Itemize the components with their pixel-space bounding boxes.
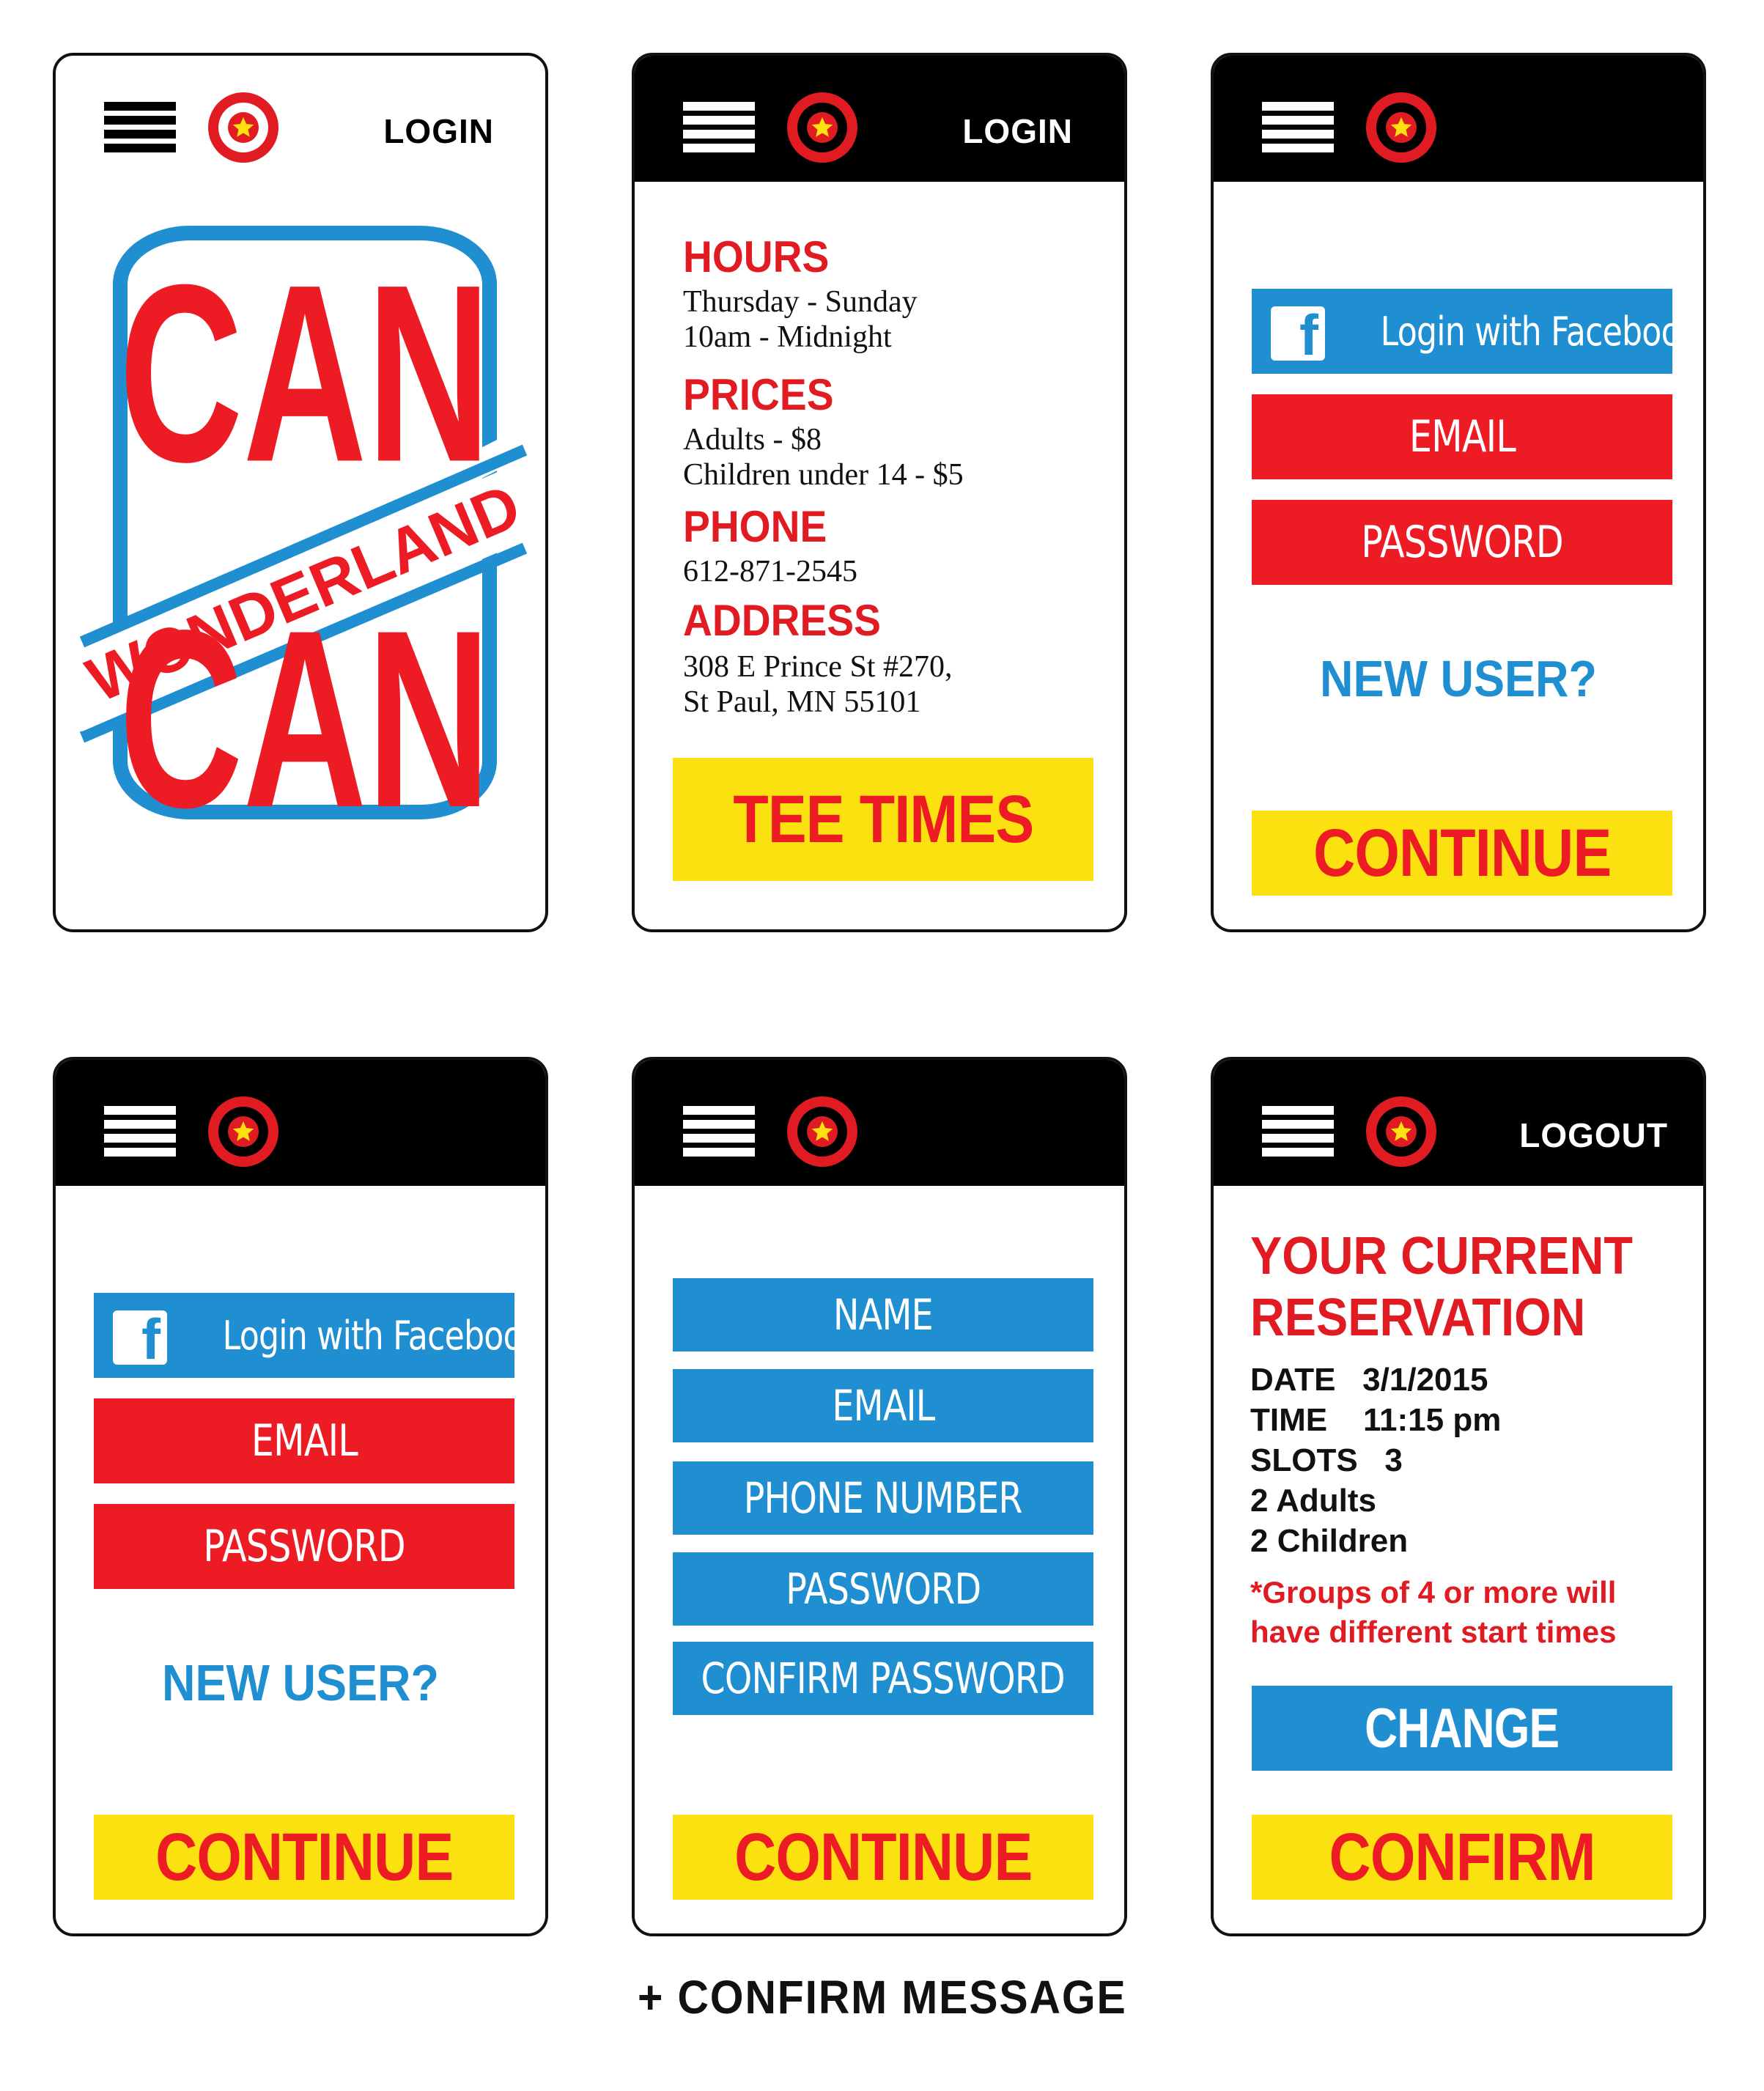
continue-button[interactable]: CONTINUE [1252, 811, 1672, 896]
phone-text[interactable]: 612-871-2545 [683, 554, 857, 589]
prices-text: Adults - $8 Children under 14 - $5 [683, 423, 964, 492]
login-link[interactable]: LOGIN [383, 111, 494, 151]
hamburger-menu-icon[interactable] [104, 102, 176, 153]
can-can-wonderland-logo: CAN WONDERLAND CAN [77, 226, 530, 860]
phone-heading: PHONE [683, 502, 827, 551]
change-button[interactable]: CHANGE [1252, 1686, 1672, 1771]
name-field[interactable]: NAME [673, 1278, 1093, 1351]
email-field[interactable]: EMAIL [1252, 394, 1672, 479]
star-logo-icon[interactable] [208, 1096, 278, 1167]
screen-reservation: LOGOUT YOUR CURRENT RESERVATION DATE 3/1/… [1211, 1057, 1706, 1936]
hamburger-menu-icon[interactable] [1262, 1106, 1334, 1157]
hamburger-menu-icon[interactable] [1262, 102, 1334, 153]
reservation-date: DATE 3/1/2015 [1250, 1362, 1488, 1398]
reservation-slots: SLOTS 3 [1250, 1442, 1403, 1478]
email-field[interactable]: EMAIL [673, 1369, 1093, 1442]
star-logo-icon[interactable] [208, 92, 278, 163]
password-field[interactable]: PASSWORD [94, 1504, 514, 1589]
facebook-icon: f [113, 1310, 167, 1365]
facebook-login-button[interactable]: f Login with Facebook [1252, 289, 1699, 374]
reservation-children: 2 Children [1250, 1523, 1409, 1559]
hamburger-menu-icon[interactable] [683, 102, 755, 153]
hours-text: Thursday - Sunday 10am - Midnight [683, 285, 918, 354]
logo-can-bottom: CAN [119, 578, 491, 860]
hamburger-menu-icon[interactable] [683, 1106, 755, 1157]
star-logo-icon[interactable] [787, 1096, 857, 1167]
top-bar [635, 1060, 1124, 1186]
confirm-button[interactable]: CONFIRM [1252, 1815, 1672, 1900]
reservation-time: TIME 11:15 pm [1250, 1402, 1502, 1438]
tee-times-button[interactable]: TEE TIMES [673, 758, 1093, 881]
new-user-link[interactable]: NEW USER? [1214, 649, 1703, 708]
address-heading: ADDRESS [683, 596, 881, 645]
login-link[interactable]: LOGIN [962, 111, 1073, 151]
top-bar: LOGIN [635, 56, 1124, 182]
logout-link[interactable]: LOGOUT [1519, 1115, 1668, 1155]
top-bar [56, 1060, 545, 1186]
email-field[interactable]: EMAIL [94, 1398, 514, 1483]
continue-button[interactable]: CONTINUE [94, 1815, 514, 1900]
facebook-icon: f [1271, 306, 1325, 361]
screen-info: LOGIN HOURS Thursday - Sunday 10am - Mid… [632, 53, 1127, 932]
continue-button[interactable]: CONTINUE [673, 1815, 1093, 1900]
logo-can-top: CAN [119, 232, 491, 515]
password-field[interactable]: PASSWORD [1252, 500, 1672, 585]
top-bar: LOGOUT [1214, 1060, 1703, 1186]
screen-login-2: f Login with Facebook EMAIL PASSWORD NEW… [53, 1057, 548, 1936]
hamburger-menu-icon[interactable] [104, 1106, 176, 1157]
phone-number-field[interactable]: PHONE NUMBER [673, 1461, 1093, 1535]
address-text: 308 E Prince St #270, St Paul, MN 55101 [683, 650, 953, 719]
facebook-login-button[interactable]: f Login with Facebook [94, 1293, 541, 1378]
password-field[interactable]: PASSWORD [673, 1552, 1093, 1626]
new-user-link[interactable]: NEW USER? [56, 1653, 545, 1712]
confirm-message-note: + CONFIRM MESSAGE [637, 1971, 1127, 2024]
star-logo-icon[interactable] [1366, 1096, 1436, 1167]
group-note: *Groups of 4 or more will have different… [1250, 1575, 1617, 1649]
reservation-heading: YOUR CURRENT RESERVATION [1250, 1227, 1634, 1347]
screen-login: f Login with Facebook EMAIL PASSWORD NEW… [1211, 53, 1706, 932]
hours-heading: HOURS [683, 232, 830, 281]
screen-signup: NAME EMAIL PHONE NUMBER PASSWORD CONFIRM… [632, 1057, 1127, 1936]
star-logo-icon[interactable] [1366, 92, 1436, 163]
screen-home: LOGIN CAN WONDERLAND CAN [53, 53, 548, 932]
top-bar: LOGIN [56, 56, 545, 182]
top-bar [1214, 56, 1703, 182]
reservation-adults: 2 Adults [1250, 1483, 1376, 1519]
prices-heading: PRICES [683, 370, 834, 419]
confirm-password-field[interactable]: CONFIRM PASSWORD [673, 1642, 1093, 1715]
star-logo-icon[interactable] [787, 92, 857, 163]
